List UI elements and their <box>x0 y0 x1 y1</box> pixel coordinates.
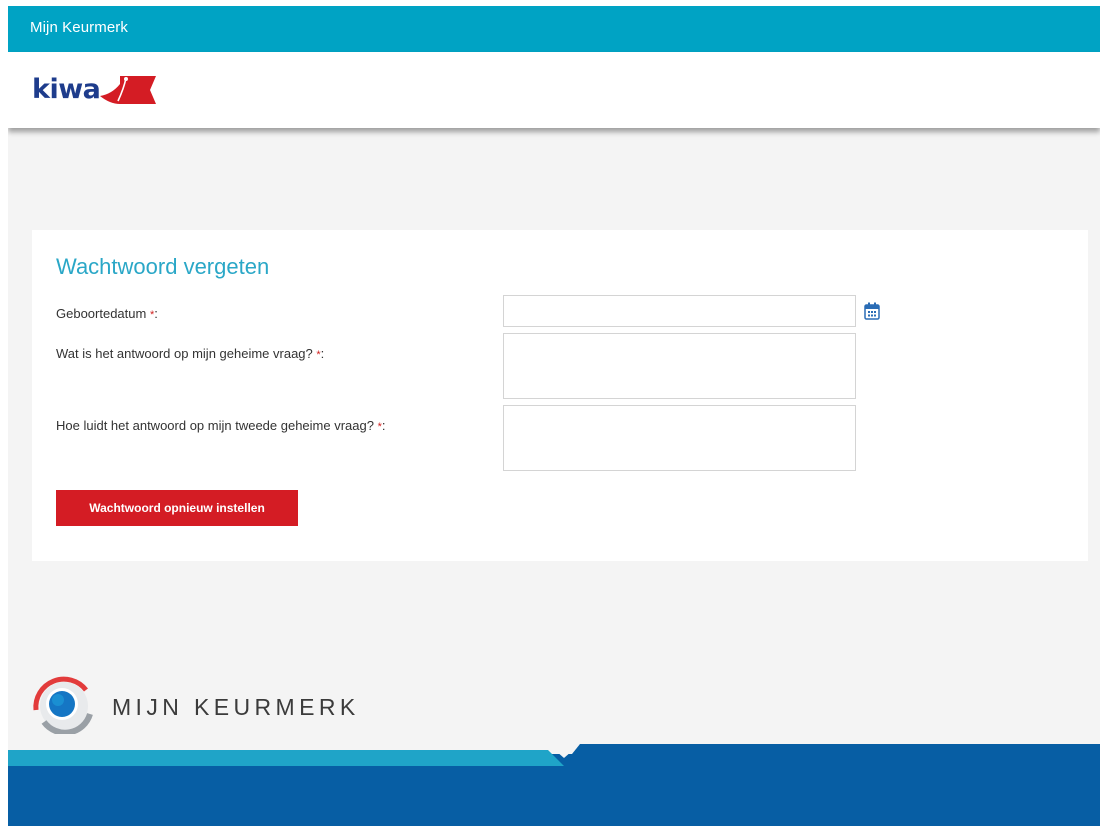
birthdate-label-text: Geboortedatum <box>56 306 147 321</box>
secret-question-label-text: Wat is het antwoord op mijn geheime vraa… <box>56 346 313 361</box>
page-title: Wachtwoord vergeten <box>56 254 270 279</box>
label-colon: : <box>381 418 386 433</box>
label-colon: : <box>320 346 325 361</box>
footer-band <box>8 744 1100 826</box>
header: kiwa <box>8 52 1100 128</box>
kiwa-flag-icon <box>100 76 156 104</box>
forgot-password-panel: Wachtwoord vergeten Geboortedatum *: Wat… <box>32 230 1088 561</box>
footer-logo: MIJN KEURMERK <box>30 672 410 734</box>
label-colon: : <box>154 306 158 321</box>
footer-logo-text: MIJN KEURMERK <box>112 694 360 720</box>
secret-question-label: Wat is het antwoord op mijn geheime vraa… <box>56 346 324 363</box>
calendar-icon[interactable] <box>864 302 880 320</box>
birthdate-label: Geboortedatum *: <box>56 306 158 323</box>
second-secret-answer-field[interactable] <box>503 405 856 471</box>
second-secret-question-label-text: Hoe luidt het antwoord op mijn tweede ge… <box>56 418 374 433</box>
top-bar: Mijn Keurmerk <box>8 6 1100 52</box>
reset-password-button[interactable]: Wachtwoord opnieuw instellen <box>56 490 298 526</box>
birthdate-input[interactable] <box>503 295 856 327</box>
page: Mijn Keurmerk kiwa Wachtwoord vergeten G… <box>8 6 1100 826</box>
keurmerk-logo-icon <box>33 676 93 734</box>
app-title: Mijn Keurmerk <box>30 19 128 36</box>
second-secret-question-label: Hoe luidt het antwoord op mijn tweede ge… <box>56 418 386 435</box>
kiwa-logo[interactable]: kiwa <box>28 68 158 112</box>
secret-answer-field[interactable] <box>503 333 856 399</box>
kiwa-logo-text: kiwa <box>32 74 101 105</box>
